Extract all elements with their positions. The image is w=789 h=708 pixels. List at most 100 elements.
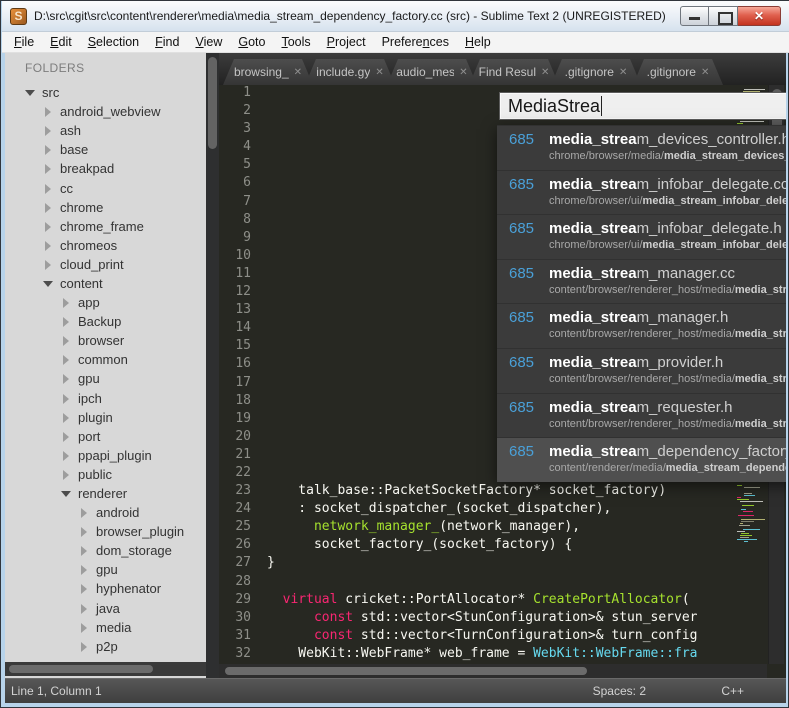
goto-result-item[interactable]: 685 media_stream_provider.h content/brow… — [497, 347, 786, 393]
tree-item[interactable]: cc — [5, 178, 206, 197]
result-filename: media_stream_infobar_delegate.h — [549, 220, 782, 238]
syntax-mode[interactable]: C++ — [721, 684, 744, 698]
line-number: 7 — [243, 193, 251, 209]
tab-close-icon[interactable]: ✕ — [619, 67, 627, 78]
file-tab[interactable]: audio_mes ✕ — [387, 59, 477, 85]
tree-item[interactable]: gpu — [5, 369, 206, 388]
scrollbar-thumb[interactable] — [208, 57, 217, 149]
file-tab[interactable]: include.gy ✕ — [305, 59, 395, 85]
scrollbar-thumb[interactable] — [9, 665, 153, 673]
line-number: 29 — [235, 591, 251, 607]
menu-item[interactable]: Help — [457, 33, 499, 51]
folder-arrow-icon — [61, 450, 70, 461]
tree-item-label: src — [42, 85, 60, 101]
tab-close-icon[interactable]: ✕ — [459, 67, 467, 78]
tab-close-icon[interactable]: ✕ — [375, 67, 383, 78]
tree-item[interactable]: java — [5, 599, 206, 618]
tree-item[interactable]: browser — [5, 331, 206, 350]
goto-result-item[interactable]: 685 media_stream_dependency_factory.cc c… — [497, 437, 786, 482]
tree-item[interactable]: common — [5, 350, 206, 369]
tree-item[interactable]: port — [5, 427, 206, 446]
menu-item[interactable]: Tools — [273, 33, 318, 51]
maximize-button[interactable] — [709, 6, 738, 26]
line-number: 23 — [235, 483, 251, 499]
tab-label: Find Resul — [478, 65, 536, 79]
close-button[interactable] — [738, 6, 781, 26]
tree-item[interactable]: media — [5, 618, 206, 637]
sidebar-vertical-scrollbar[interactable] — [206, 53, 219, 678]
tree-item[interactable]: android_webview — [5, 102, 206, 121]
tree-item[interactable]: ipch — [5, 389, 206, 408]
line-number: 6 — [243, 175, 251, 191]
result-path: content/browser/renderer_host/media/medi… — [549, 328, 786, 341]
goto-result-item[interactable]: 685 media_stream_manager.h content/brows… — [497, 303, 786, 348]
menu-item[interactable]: Goto — [230, 33, 273, 51]
file-tab[interactable]: browsing_ ✕ — [223, 59, 313, 85]
menu-item[interactable]: View — [187, 33, 230, 51]
line-number: 26 — [235, 537, 251, 553]
tree-item[interactable]: base — [5, 140, 206, 159]
menu-item[interactable]: Preferences — [374, 33, 457, 51]
folder-arrow-icon — [79, 527, 88, 538]
goto-result-item[interactable]: 685 media_stream_requester.h content/bro… — [497, 392, 786, 438]
tree-item[interactable]: ash — [5, 121, 206, 140]
indent-setting[interactable]: Spaces: 2 — [593, 684, 646, 698]
tree-item[interactable]: src — [5, 83, 206, 102]
tree-item[interactable]: content — [5, 274, 206, 293]
tree-item[interactable]: pepper — [5, 656, 206, 661]
editor-horizontal-scrollbar[interactable] — [219, 664, 767, 678]
folder-arrow-icon — [79, 565, 88, 576]
tree-item[interactable]: chromeos — [5, 236, 206, 255]
goto-result-item[interactable]: 685 media_stream_infobar_delegate.cc chr… — [497, 169, 786, 215]
tree-item-label: cloud_print — [60, 256, 124, 272]
tree-item[interactable]: public — [5, 465, 206, 484]
tree-item-label: base — [60, 142, 89, 158]
tab-close-icon[interactable]: ✕ — [294, 67, 302, 78]
tree-item-label: public — [78, 466, 112, 482]
file-tab[interactable]: .gitignore ✕ — [633, 59, 723, 85]
goto-anything-input[interactable]: MediaStrea — [499, 92, 786, 120]
tree-item[interactable]: chrome_frame — [5, 217, 206, 236]
tab-label: .gitignore — [646, 65, 696, 79]
goto-result-item[interactable]: 685 media_stream_infobar_delegate.h chro… — [497, 214, 786, 259]
goto-result-item[interactable]: 685 media_stream_manager.cc content/brow… — [497, 258, 786, 304]
title-bar[interactable]: S D:\src\cgit\src\content\renderer\media… — [2, 1, 789, 32]
scrollbar-thumb[interactable] — [225, 667, 587, 675]
menu-item[interactable]: Find — [147, 33, 187, 51]
tree-item[interactable]: ppapi_plugin — [5, 446, 206, 465]
folder-arrow-icon — [61, 412, 70, 423]
tree-item[interactable]: renderer — [5, 484, 206, 503]
file-tab[interactable]: Find Resul ✕ — [469, 59, 559, 85]
tab-close-icon[interactable]: ✕ — [541, 67, 549, 78]
minimize-button[interactable] — [680, 6, 709, 26]
sidebar-horizontal-scrollbar[interactable] — [5, 662, 206, 676]
line-number: 30 — [235, 609, 251, 625]
tree-item[interactable]: cloud_print — [5, 255, 206, 274]
tree-item-label: ipch — [78, 390, 102, 406]
tree-item-label: media — [96, 619, 132, 635]
menu-bar: File Edit Selection Find View Goto Tools… — [2, 32, 789, 53]
tree-item[interactable]: Backup — [5, 312, 206, 331]
tree-item[interactable]: chrome — [5, 198, 206, 217]
file-tab[interactable]: .gitignore ✕ — [551, 59, 641, 85]
menu-item[interactable]: Selection — [80, 33, 147, 51]
tree-item-label: app — [78, 295, 100, 311]
tree-item[interactable]: breakpad — [5, 159, 206, 178]
tree-item[interactable]: p2p — [5, 637, 206, 656]
goto-result-item[interactable]: 685 media_stream_devices_controller.h ch… — [497, 125, 786, 170]
tree-item[interactable]: browser_plugin — [5, 522, 206, 541]
tree-item[interactable]: plugin — [5, 408, 206, 427]
tree-item-label: chrome_frame — [60, 218, 144, 234]
menu-item[interactable]: File — [6, 33, 42, 51]
menu-item[interactable]: Project — [319, 33, 374, 51]
tab-close-icon[interactable]: ✕ — [701, 67, 709, 78]
tree-item[interactable]: hyphenator — [5, 579, 206, 598]
tree-item[interactable]: gpu — [5, 560, 206, 579]
tree-item[interactable]: app — [5, 293, 206, 312]
tree-item[interactable]: dom_storage — [5, 541, 206, 560]
tree-item[interactable]: android — [5, 503, 206, 522]
menu-item[interactable]: Edit — [42, 33, 80, 51]
result-filename: media_stream_manager.h — [549, 309, 729, 327]
line-number: 12 — [235, 284, 251, 300]
tree-item-label: android_webview — [60, 104, 161, 120]
